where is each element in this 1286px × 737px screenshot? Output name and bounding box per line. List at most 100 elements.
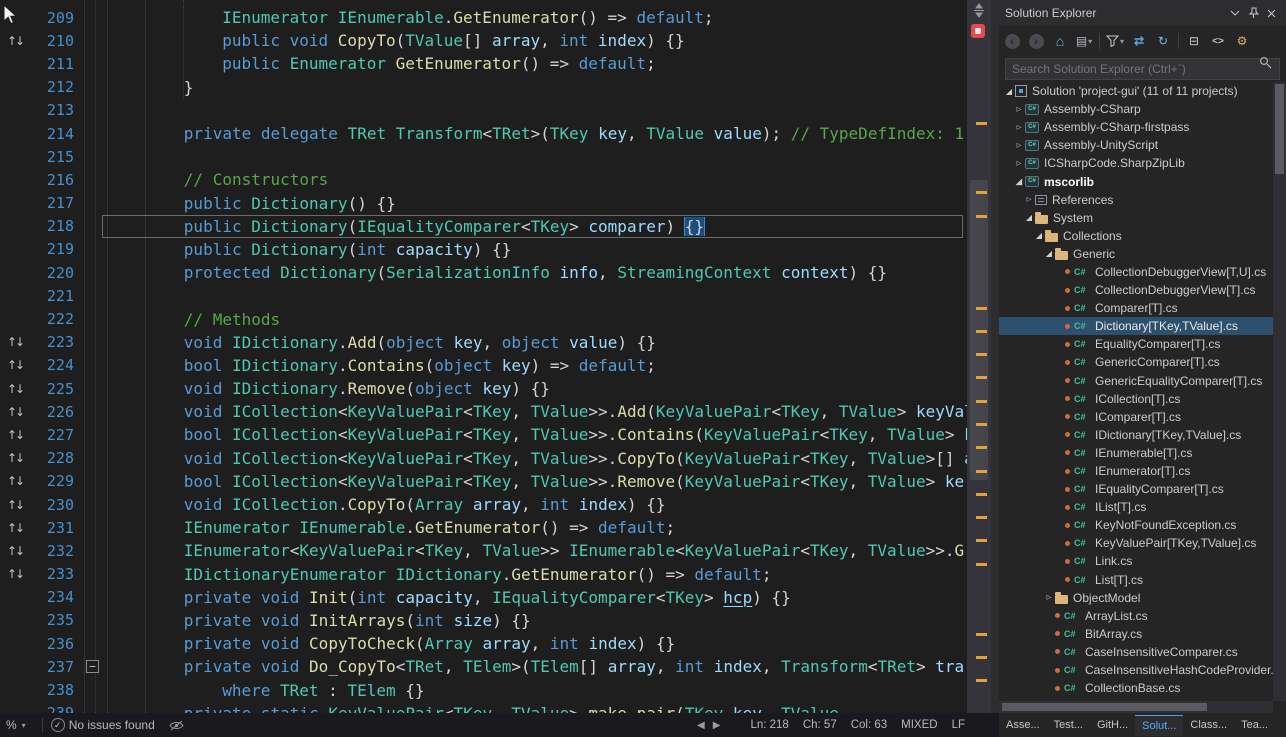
tool-window-tab[interactable]: Asse... <box>999 715 1047 735</box>
line-number[interactable]: 228 <box>30 449 78 467</box>
tree-item[interactable]: C#IEnumerable[T].cs <box>999 444 1273 462</box>
error-marker[interactable] <box>971 24 985 38</box>
solution-explorer-titlebar[interactable]: Solution Explorer <box>999 0 1286 26</box>
properties-icon[interactable]: ⚙ <box>1233 32 1251 50</box>
code-text[interactable]: IEnumerator IEnumerable.GetEnumerator() … <box>107 518 967 537</box>
tool-window-tab[interactable]: Tea... <box>1234 715 1275 735</box>
fold-margin[interactable] <box>78 215 107 238</box>
tree-item[interactable]: C#BitArray.cs <box>999 625 1273 643</box>
code-line[interactable]: 237−private void Do_CopyTo<TRet, TElem>(… <box>0 655 967 678</box>
tree-item[interactable]: C#IComparer[T].cs <box>999 408 1273 426</box>
tree-item[interactable]: C#GenericEqualityComparer[T].cs <box>999 372 1273 390</box>
code-line[interactable]: ↑↓224bool IDictionary.Contains(object ke… <box>0 354 967 377</box>
code-text[interactable]: public Enumerator GetEnumerator() => def… <box>107 54 967 73</box>
code-line[interactable]: ↑↓227bool ICollection<KeyValuePair<TKey,… <box>0 423 967 446</box>
tree-item[interactable]: C#GenericComparer[T].cs <box>999 353 1273 371</box>
status-item[interactable]: Ch: 57 <box>803 719 837 731</box>
code-text[interactable]: where TRet : TElem {} <box>107 681 967 700</box>
fold-margin[interactable] <box>78 238 107 261</box>
line-number[interactable]: 233 <box>30 565 78 583</box>
code-line[interactable]: ↑↓210public void CopyTo(TValue[] array, … <box>0 29 967 52</box>
line-number[interactable]: 237 <box>30 658 78 676</box>
line-number[interactable]: 221 <box>30 287 78 305</box>
line-number[interactable]: 218 <box>30 217 78 235</box>
fold-margin[interactable] <box>78 377 107 400</box>
fold-collapse-icon[interactable]: − <box>86 660 99 673</box>
code-line[interactable]: ↑↓231 IEnumerator IEnumerable.GetEnumerat… <box>0 516 967 539</box>
tree-item[interactable]: C#IEqualityComparer[T].cs <box>999 480 1273 498</box>
search-input[interactable] <box>1005 58 1280 80</box>
code-line[interactable]: 213 <box>0 99 967 122</box>
tree-item[interactable]: C#Link.cs <box>999 552 1273 570</box>
line-number[interactable]: 230 <box>30 496 78 514</box>
code-text[interactable]: // Methods <box>107 310 967 329</box>
line-number[interactable]: 223 <box>30 333 78 351</box>
chevron-collapsed-icon[interactable]: ▹ <box>1013 104 1025 115</box>
line-number[interactable]: 210 <box>30 32 78 50</box>
glyph-margin[interactable]: ↑↓ <box>0 498 30 512</box>
code-text[interactable]: void ICollection<KeyValuePair<TKey, TVal… <box>107 402 967 421</box>
code-text[interactable]: public Dictionary() {} <box>107 194 967 213</box>
tree-item[interactable]: ◢System <box>999 209 1273 227</box>
tool-window-tab[interactable]: Solut... <box>1135 715 1183 736</box>
glyph-margin[interactable]: ↑↓ <box>0 335 30 349</box>
status-item[interactable]: Col: 63 <box>851 719 887 731</box>
code-line[interactable]: ↑↓232IEnumerator<KeyValuePair<TKey, TVal… <box>0 539 967 562</box>
line-number[interactable]: 209 <box>30 9 78 27</box>
code-line[interactable]: 236private void CopyToCheck(Array array,… <box>0 632 967 655</box>
code-line[interactable]: ↑↓233IDictionaryEnumerator IDictionary.G… <box>0 563 967 586</box>
code-text[interactable]: bool ICollection<KeyValuePair<TKey, TVal… <box>107 425 967 444</box>
fold-margin[interactable] <box>78 331 107 354</box>
line-number[interactable]: 239 <box>30 704 78 713</box>
chevron-collapsed-icon[interactable]: ▹ <box>1013 122 1025 133</box>
tree-item[interactable]: ▹C#Assembly-CSharp <box>999 100 1273 118</box>
fold-margin[interactable] <box>78 52 107 75</box>
code-text[interactable]: protected Dictionary(SerializationInfo i… <box>107 263 967 282</box>
tree-item[interactable]: C#CollectionDebuggerView[T,U].cs <box>999 263 1273 281</box>
zoom-control[interactable]: %▾ <box>6 718 26 732</box>
fold-margin[interactable] <box>78 609 107 632</box>
tree-item[interactable]: ◢Collections <box>999 227 1273 245</box>
tree-item[interactable]: ◢Solution 'project-gui' (11 of 11 projec… <box>999 82 1273 100</box>
tree-item[interactable]: ▹References <box>999 191 1273 209</box>
fold-margin[interactable] <box>78 447 107 470</box>
panel-vertical-scrollbar[interactable] <box>1273 82 1286 701</box>
glyph-margin[interactable]: ↑↓ <box>0 382 30 396</box>
fold-margin[interactable] <box>78 400 107 423</box>
code-line[interactable]: 239private static KeyValuePair<TKey, TVa… <box>0 702 967 713</box>
fold-margin[interactable] <box>78 307 107 330</box>
fold-margin[interactable] <box>78 563 107 586</box>
code-text[interactable]: IDictionaryEnumerator IDictionary.GetEnu… <box>107 565 967 584</box>
tree-item[interactable]: C#ICollection[T].cs <box>999 390 1273 408</box>
line-number[interactable]: 231 <box>30 519 78 537</box>
tree-item[interactable]: C#KeyValuePair[TKey,TValue].cs <box>999 534 1273 552</box>
fold-margin[interactable] <box>78 423 107 446</box>
code-text[interactable]: public void CopyTo(TValue[] array, int i… <box>107 31 967 50</box>
line-number[interactable]: 229 <box>30 472 78 490</box>
code-text[interactable]: public Dictionary(int capacity) {} <box>107 240 967 259</box>
line-number[interactable]: 234 <box>30 588 78 606</box>
code-text[interactable]: private void CopyToCheck(Array array, in… <box>107 634 967 653</box>
fold-margin[interactable] <box>78 6 107 29</box>
code-line[interactable]: 221 <box>0 284 967 307</box>
tree-item[interactable]: C#CollectionBase.cs <box>999 679 1273 697</box>
line-number[interactable]: 219 <box>30 240 78 258</box>
code-line[interactable]: 222 // Methods <box>0 307 967 330</box>
fold-margin[interactable] <box>78 192 107 215</box>
line-number[interactable]: 227 <box>30 426 78 444</box>
fold-margin[interactable] <box>78 168 107 191</box>
code-text[interactable]: IEnumerator IEnumerable.GetEnumerator() … <box>107 8 967 27</box>
line-number[interactable]: 225 <box>30 380 78 398</box>
code-line[interactable]: 209 IEnumerator IEnumerable.GetEnumerator… <box>0 6 967 29</box>
line-number[interactable]: 222 <box>30 310 78 328</box>
line-number[interactable]: 224 <box>30 356 78 374</box>
code-line[interactable]: 234private void Init(int capacity, IEqua… <box>0 586 967 609</box>
code-text[interactable]: private void Do_CopyTo<TRet, TElem>(TEle… <box>107 657 967 676</box>
line-number[interactable]: 212 <box>30 78 78 96</box>
glyph-margin[interactable]: ↑↓ <box>0 521 30 535</box>
chevron-collapsed-icon[interactable]: ▹ <box>1013 158 1025 169</box>
code-line[interactable]: 220protected Dictionary(SerializationInf… <box>0 261 967 284</box>
code-line[interactable]: 216// Constructors <box>0 168 967 191</box>
code-line[interactable]: 219 public Dictionary(int capacity) {} <box>0 238 967 261</box>
fold-margin[interactable]: − <box>78 655 107 678</box>
